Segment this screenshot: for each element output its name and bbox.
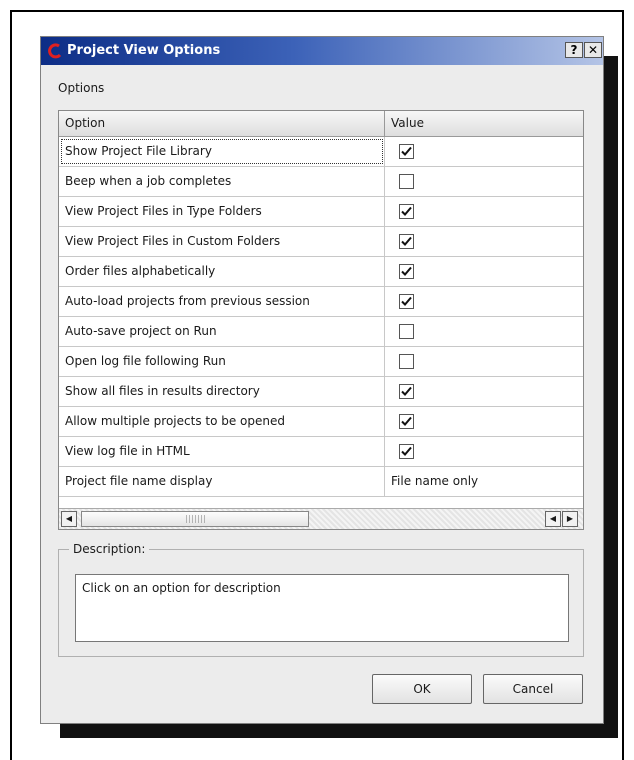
checkmark-icon (401, 416, 412, 426)
value-cell[interactable] (385, 197, 583, 226)
table-row[interactable]: View Project Files in Type Folders (59, 197, 583, 227)
scrollbar-thumb[interactable] (81, 511, 309, 527)
option-label[interactable]: Open log file following Run (59, 347, 385, 376)
table-row[interactable]: View log file in HTML (59, 437, 583, 467)
value-cell[interactable] (385, 437, 583, 466)
column-header-value[interactable]: Value (385, 111, 583, 136)
option-label[interactable]: Show all files in results directory (59, 377, 385, 406)
project-view-options-dialog: Project View Options ? ✕ Options Option … (40, 36, 604, 724)
option-checkbox[interactable] (399, 444, 414, 459)
option-label[interactable]: Auto-load projects from previous session (59, 287, 385, 316)
table-row[interactable]: Auto-save project on Run (59, 317, 583, 347)
value-cell[interactable] (385, 227, 583, 256)
option-checkbox[interactable] (399, 234, 414, 249)
table-row[interactable]: Project file name display File name only (59, 467, 583, 497)
checkmark-icon (401, 446, 412, 456)
table-row[interactable]: Auto-load projects from previous session (59, 287, 583, 317)
option-label[interactable]: Beep when a job completes (59, 167, 385, 196)
option-checkbox[interactable] (399, 324, 414, 339)
checkmark-icon (401, 146, 412, 156)
close-button[interactable]: ✕ (584, 42, 602, 58)
option-checkbox[interactable] (399, 144, 414, 159)
cancel-button[interactable]: Cancel (483, 674, 583, 704)
dialog-shadow-bottom (60, 724, 618, 738)
value-cell[interactable] (385, 137, 583, 166)
value-cell[interactable] (385, 407, 583, 436)
option-label[interactable]: View Project Files in Type Folders (59, 197, 385, 226)
option-checkbox[interactable] (399, 414, 414, 429)
option-checkbox[interactable] (399, 174, 414, 189)
value-text[interactable]: File name only (385, 467, 583, 496)
checkmark-icon (401, 386, 412, 396)
options-label: Options (58, 81, 105, 95)
checkmark-icon (401, 236, 412, 246)
scroll-left-arrow-icon[interactable]: ◀ (61, 511, 77, 527)
description-text: Click on an option for description (75, 574, 569, 642)
value-cell[interactable] (385, 167, 583, 196)
title-bar[interactable]: Project View Options ? ✕ (41, 37, 603, 65)
option-label[interactable]: Allow multiple projects to be opened (59, 407, 385, 436)
value-cell[interactable] (385, 347, 583, 376)
option-label[interactable]: Auto-save project on Run (59, 317, 385, 346)
option-checkbox[interactable] (399, 264, 414, 279)
value-cell[interactable] (385, 377, 583, 406)
table-row[interactable]: Show Project File Library (59, 137, 583, 167)
grip-icon (186, 515, 206, 523)
option-checkbox[interactable] (399, 294, 414, 309)
value-cell[interactable] (385, 317, 583, 346)
dialog-title: Project View Options (67, 43, 221, 58)
help-button[interactable]: ? (565, 42, 583, 58)
app-logo-icon (48, 43, 62, 59)
horizontal-scrollbar[interactable]: ◀ ◀ ▶ (59, 508, 583, 529)
scroll-right-arrow-icon[interactable]: ▶ (562, 511, 578, 527)
table-row[interactable]: Show all files in results directory (59, 377, 583, 407)
scroll-left-arrow-icon-right[interactable]: ◀ (545, 511, 561, 527)
table-row[interactable]: Open log file following Run (59, 347, 583, 377)
value-cell[interactable] (385, 257, 583, 286)
grid-header: Option Value (59, 111, 583, 137)
description-group: Description: Click on an option for desc… (58, 542, 584, 657)
checkmark-icon (401, 266, 412, 276)
option-checkbox[interactable] (399, 204, 414, 219)
option-label[interactable]: View Project Files in Custom Folders (59, 227, 385, 256)
table-row[interactable]: Order files alphabetically (59, 257, 583, 287)
checkmark-icon (401, 296, 412, 306)
ok-button[interactable]: OK (372, 674, 472, 704)
column-header-option[interactable]: Option (59, 111, 385, 136)
option-label[interactable]: Order files alphabetically (59, 257, 385, 286)
checkmark-icon (401, 206, 412, 216)
option-checkbox[interactable] (399, 384, 414, 399)
table-row[interactable]: Allow multiple projects to be opened (59, 407, 583, 437)
table-row[interactable]: View Project Files in Custom Folders (59, 227, 583, 257)
description-legend: Description: (69, 542, 150, 556)
option-checkbox[interactable] (399, 354, 414, 369)
option-label[interactable]: Show Project File Library (59, 137, 385, 166)
value-cell[interactable] (385, 287, 583, 316)
option-label[interactable]: Project file name display (59, 467, 385, 496)
option-label[interactable]: View log file in HTML (59, 437, 385, 466)
dialog-shadow-right (602, 56, 618, 738)
options-grid: Option Value Show Project File Library Be… (58, 110, 584, 530)
table-row[interactable]: Beep when a job completes (59, 167, 583, 197)
